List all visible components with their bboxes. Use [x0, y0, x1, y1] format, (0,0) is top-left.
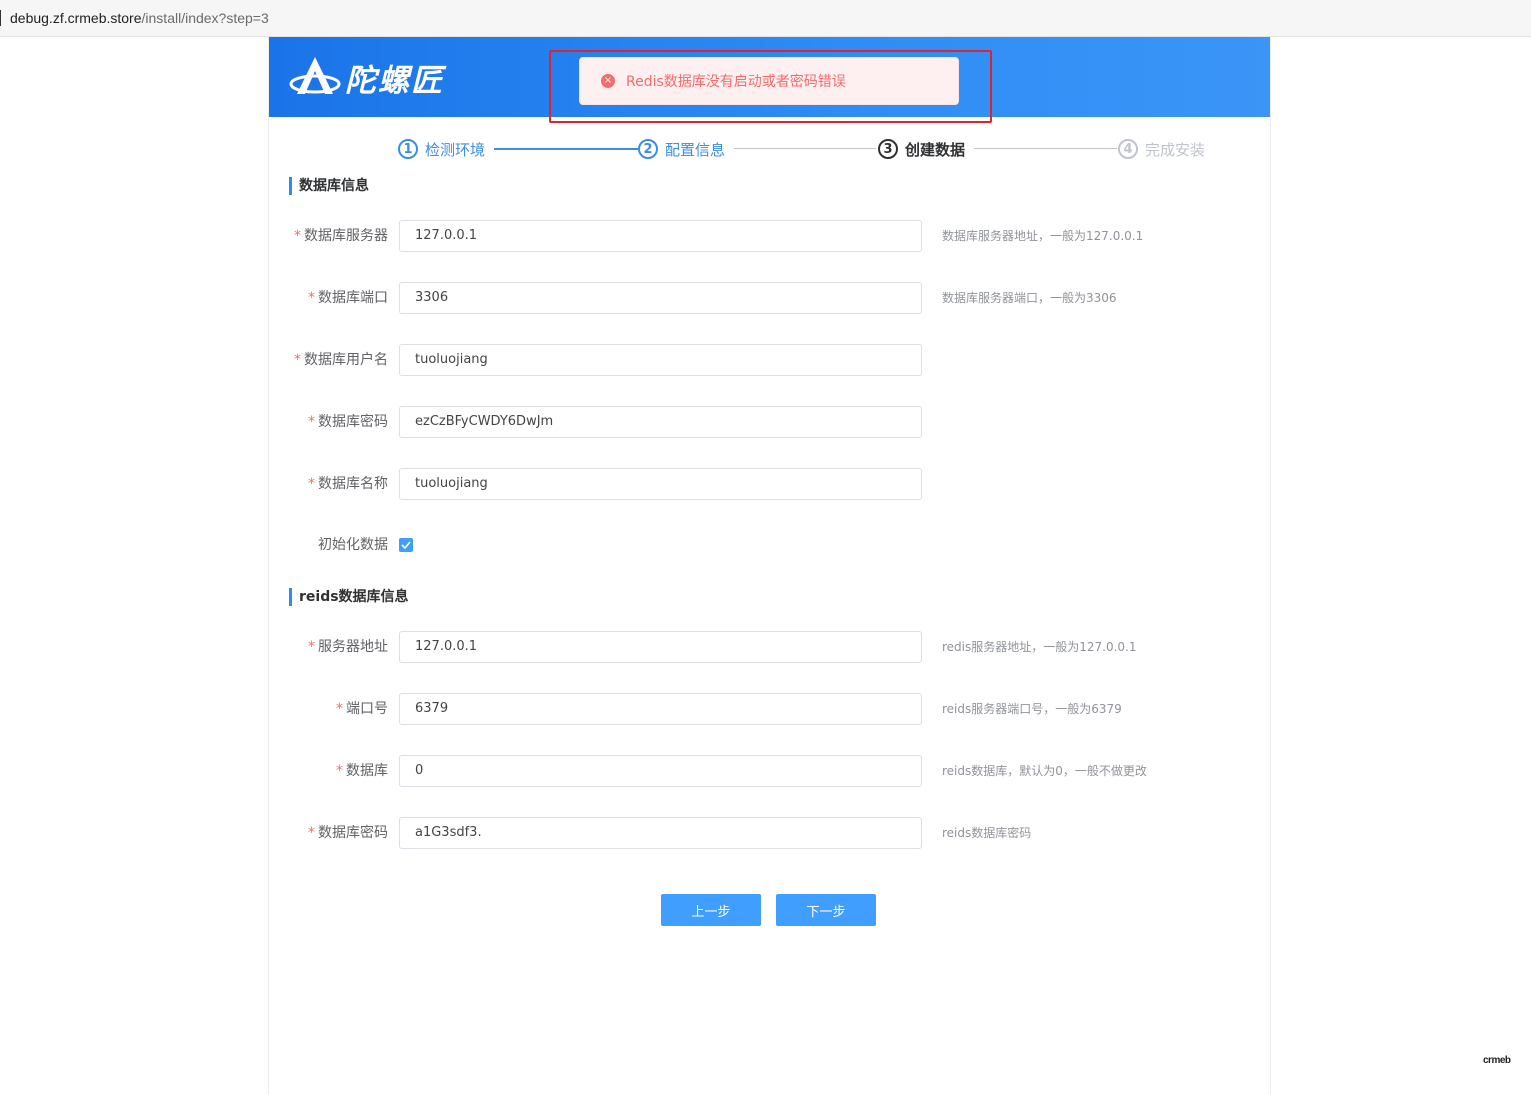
step-label: 检测环境	[425, 140, 486, 159]
field-label-redis-db: * 数据库	[336, 763, 388, 779]
step-connector-1	[494, 148, 638, 150]
field-label-redis-password: * 数据库密码	[308, 825, 388, 841]
db-port-hint: 数据库服务器端口，一般为3306	[942, 291, 1117, 305]
prev-step-button[interactable]: 上一步	[661, 894, 761, 926]
section-title-redis: reids数据库信息	[289, 588, 409, 606]
logo-mark-icon	[289, 57, 341, 94]
next-step-button[interactable]: 下一步	[776, 894, 876, 926]
redis-db-hint: reids数据库，默认为0，一般不做更改	[942, 764, 1147, 778]
section-title-database: 数据库信息	[289, 177, 369, 195]
db-password-input[interactable]: ezCzBFyCWDY6DwJm	[399, 406, 922, 438]
browser-address-bar[interactable]: debug.zf.crmeb.store/install/index?step=…	[0, 0, 1531, 37]
url-text[interactable]: debug.zf.crmeb.store/install/index?step=…	[10, 9, 269, 27]
init-data-checkbox[interactable]	[399, 538, 413, 552]
step-number: 2	[638, 139, 658, 159]
field-label-redis-host: * 服务器地址	[308, 639, 388, 655]
step-2: 2 配置信息	[638, 137, 725, 161]
redis-password-input[interactable]: a1G3sdf3.	[399, 817, 922, 849]
field-label-db-name: * 数据库名称	[308, 476, 388, 492]
step-4: 4 完成安装	[1118, 137, 1205, 161]
field-label-db-password: * 数据库密码	[308, 414, 388, 430]
field-label-init-data: 初始化数据	[318, 537, 388, 553]
db-name-input[interactable]: tuoluojiang	[399, 468, 922, 500]
field-label-db-port: * 数据库端口	[308, 290, 388, 306]
db-port-input[interactable]: 3306	[399, 282, 922, 314]
redis-host-input[interactable]: 127.0.0.1	[399, 631, 922, 663]
step-label: 完成安装	[1145, 140, 1206, 159]
field-label-db-host: * 数据库服务器	[294, 228, 388, 244]
db-host-input[interactable]: 127.0.0.1	[399, 220, 922, 252]
url-domain: debug.zf.crmeb.store	[10, 10, 142, 26]
db-host-hint: 数据库服务器地址，一般为127.0.0.1	[942, 229, 1144, 243]
field-label-db-user: * 数据库用户名	[294, 352, 388, 368]
checkmark-icon	[401, 541, 411, 549]
install-card: 陀螺匠	[268, 37, 1271, 1095]
url-path: /install/index?step=3	[141, 10, 269, 26]
redis-port-hint: reids服务器端口号，一般为6379	[942, 702, 1122, 716]
step-number: 3	[878, 139, 898, 159]
step-number: 1	[398, 139, 418, 159]
step-label: 配置信息	[665, 140, 726, 159]
redis-host-hint: redis服务器地址，一般为127.0.0.1	[942, 640, 1137, 654]
step-number: 4	[1118, 139, 1138, 159]
step-label: 创建数据	[905, 140, 966, 159]
step-connector-2	[734, 148, 876, 149]
toast-message: Redis数据库没有启动或者密码错误	[626, 74, 846, 90]
brand-name: 陀螺匠	[345, 62, 444, 99]
error-toast: × Redis数据库没有启动或者密码错误	[579, 57, 959, 105]
step-1: 1 检测环境	[398, 137, 485, 161]
redis-db-input[interactable]: 0	[399, 755, 922, 787]
step-3: 3 创建数据	[878, 137, 965, 161]
db-user-input[interactable]: tuoluojiang	[399, 344, 922, 376]
brand-logo: 陀螺匠	[289, 54, 444, 100]
crmeb-corner-logo: crmeb	[1483, 1055, 1511, 1066]
redis-password-hint: reids数据库密码	[942, 826, 1032, 840]
error-circle-icon: ×	[601, 74, 615, 88]
step-connector-3	[974, 148, 1117, 149]
field-label-redis-port: * 端口号	[336, 701, 388, 717]
text-caret	[0, 10, 1, 26]
redis-port-input[interactable]: 6379	[399, 693, 922, 725]
